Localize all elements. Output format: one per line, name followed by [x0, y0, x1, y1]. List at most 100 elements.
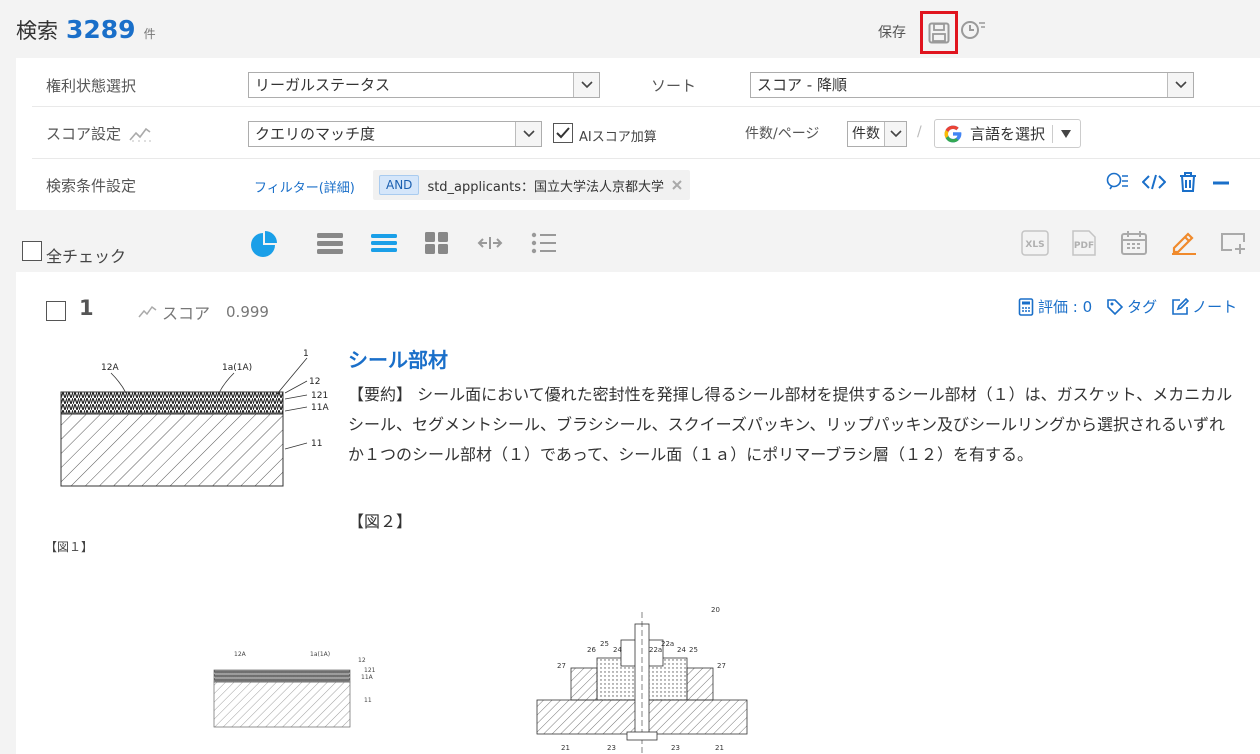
top-bar [0, 0, 1260, 58]
bullet-list-icon[interactable] [531, 231, 557, 255]
translate-label: 言語を選択 [970, 125, 1046, 143]
fig1-small-label: 121 [364, 667, 376, 674]
fig1-small-label: 12A [234, 651, 247, 658]
tag-icon [1107, 298, 1124, 315]
fig2-label: 21 [561, 744, 570, 752]
ai-score-checkbox[interactable]: AIスコア加算 [553, 120, 657, 145]
result-score: スコア 0.999 [138, 300, 269, 324]
score-value: 0.999 [226, 303, 269, 321]
chevron-down-icon [1167, 73, 1193, 97]
pie-chart-icon[interactable] [251, 231, 277, 257]
fig2-label: 22a [661, 640, 674, 648]
detail-list-icon[interactable] [316, 232, 344, 254]
query-list-icon[interactable] [1106, 172, 1130, 192]
note-label: ノート [1192, 298, 1238, 316]
result-count: 3289 [66, 15, 136, 44]
expand-width-icon[interactable] [477, 233, 503, 253]
check-icon [556, 126, 570, 138]
fig2-label: 25 [600, 640, 609, 648]
fig2-label: 24 [613, 646, 622, 654]
minus-icon[interactable] [1210, 172, 1232, 192]
sort-select[interactable]: スコア - 降順 [750, 72, 1194, 98]
google-icon [944, 125, 962, 142]
rating-button[interactable]: 評価 : 0 [1018, 296, 1092, 317]
rating-label: 評価 : 0 [1038, 298, 1093, 316]
fig1-label: 11 [311, 439, 322, 449]
patent-figure-2: 20 25 26 24 22a 22a 24 25 27 27 21 23 23… [536, 606, 748, 754]
add-to-folder-icon[interactable] [1220, 230, 1248, 256]
fig1-label: 1a(1A) [222, 363, 252, 373]
check-all-label: 全チェック [46, 247, 127, 266]
rights-status-select[interactable]: リーガルステータス [248, 72, 600, 98]
patent-figure-1-small: 12A 1a(1A) 12 121 11A 11 [213, 651, 376, 728]
result-count-unit: 件 [143, 27, 156, 41]
save-button[interactable] [920, 11, 958, 54]
grid-view-icon[interactable] [424, 231, 450, 255]
per-page-select[interactable]: 件数 [847, 121, 907, 147]
fig1-label: 1 [303, 349, 309, 359]
filter-panel: 権利状態選択 リーガルステータス ソート スコア - 降順 スコア設定 クエリの… [16, 58, 1260, 210]
divider [32, 158, 1260, 159]
note-button[interactable]: ノート [1171, 296, 1237, 317]
chevron-down-icon [573, 73, 599, 97]
tag-label: タグ [1127, 298, 1158, 316]
translate-button[interactable]: 言語を選択 [934, 119, 1082, 148]
rights-status-value: リーガルステータス [255, 76, 391, 94]
condition-actions [1106, 171, 1232, 193]
save-icon [928, 22, 950, 43]
history-icon [961, 21, 985, 39]
per-page-label: 件数/ページ [745, 126, 820, 142]
condition-chip[interactable]: AND std_applicants：国立大学法人京都大学 [373, 170, 690, 200]
calendar-icon[interactable] [1120, 230, 1148, 256]
fig1-small-label: 1a(1A) [310, 651, 330, 658]
score-trend-icon [129, 127, 152, 142]
fig1-label: 12 [309, 377, 320, 387]
fig1-small-label: 11 [364, 697, 372, 704]
calculator-icon [1018, 297, 1034, 316]
fig1-label: 121 [311, 391, 328, 401]
figure-caption-1: 【図１】 [45, 540, 94, 554]
page-title: 検索 3289 件 [16, 15, 156, 49]
pdf-text: PDF [1074, 241, 1094, 251]
score-select[interactable]: クエリのマッチ度 [248, 121, 542, 147]
close-icon[interactable] [672, 180, 682, 190]
history-button[interactable] [960, 19, 988, 45]
score-trend-icon [138, 305, 157, 318]
code-icon[interactable] [1142, 173, 1166, 191]
rights-status-label: 権利状態選択 [46, 77, 137, 95]
per-page-value: 件数 [852, 126, 880, 142]
divider [1052, 124, 1054, 143]
xls-text: XLS [1025, 240, 1044, 250]
result-item: 1 スコア 0.999 評価 : 0 タグ ノート 12A 1a(1A) 1 1… [16, 272, 1260, 754]
check-all[interactable]: 全チェック [22, 235, 126, 267]
fig1-small-label: 12 [358, 657, 366, 664]
fig2-label: 25 [689, 646, 698, 654]
tag-button[interactable]: タグ [1106, 296, 1157, 317]
note-edit-icon [1172, 297, 1190, 315]
result-title[interactable]: シール部材 [348, 344, 448, 373]
score-setting: スコア設定 [46, 123, 153, 144]
compact-list-icon[interactable] [370, 232, 398, 254]
sort-value: スコア - 降順 [757, 76, 847, 94]
fig2-label: 27 [557, 662, 566, 670]
and-badge: AND [379, 175, 420, 195]
fig1-label: 12A [101, 363, 119, 373]
checkbox-checked[interactable] [553, 122, 573, 143]
result-checkbox[interactable] [46, 301, 66, 321]
trash-icon[interactable] [1178, 171, 1198, 193]
condition-text: std_applicants：国立大学法人京都大学 [427, 179, 664, 195]
result-index: 1 [79, 296, 94, 320]
edit-icon[interactable] [1170, 228, 1198, 256]
fig2-label: 22a [649, 646, 662, 654]
patent-figure-1: 12A 1a(1A) 1 12 121 11A 11 [60, 349, 329, 487]
fig2-label: 23 [607, 744, 616, 752]
fig1-small-label: 11A [361, 674, 374, 681]
fig1-label: 11A [311, 403, 329, 413]
filter-detail-link[interactable]: フィルター(詳細) [254, 177, 355, 196]
fig2-label: 20 [711, 606, 720, 614]
pdf-export-icon[interactable]: PDF [1069, 229, 1099, 257]
score-label: スコア [162, 304, 211, 323]
fig2-label: 21 [715, 744, 724, 752]
xls-export-icon[interactable]: XLS [1020, 229, 1050, 257]
check-all-box[interactable] [22, 241, 42, 261]
